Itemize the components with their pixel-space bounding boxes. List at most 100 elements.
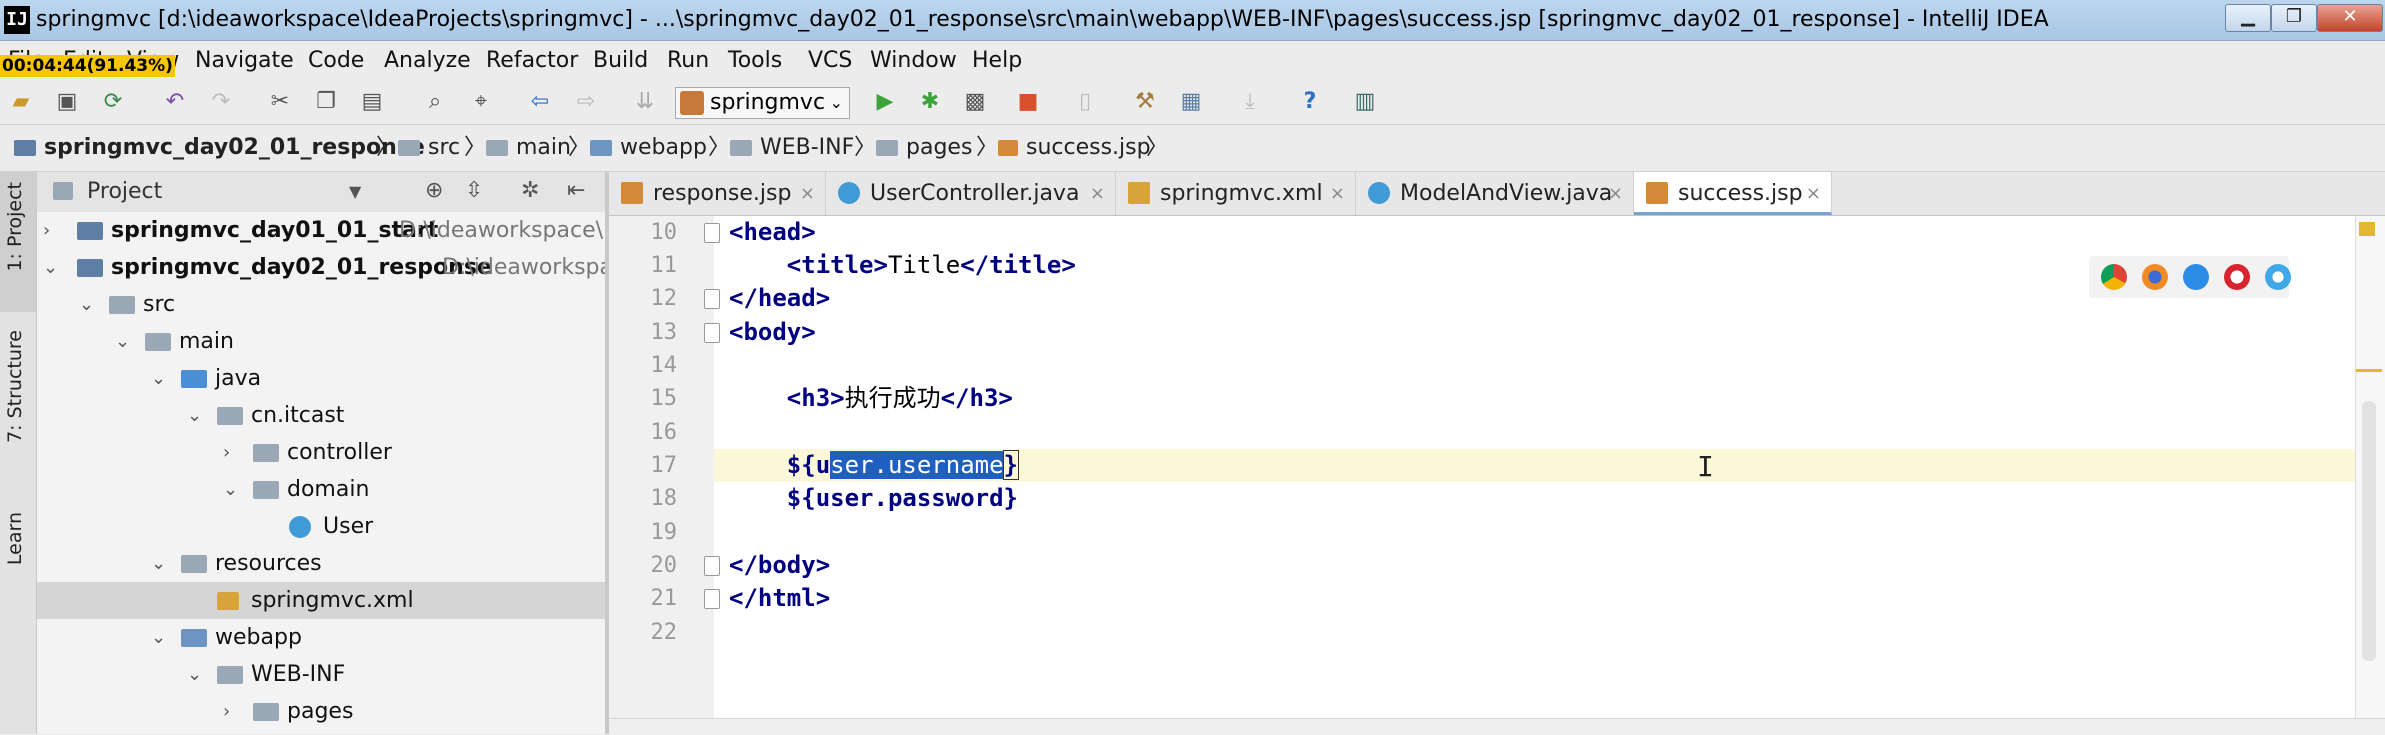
chevron-down-icon[interactable]: ⌄ bbox=[223, 471, 238, 508]
tree-item-main[interactable]: ⌄ main bbox=[37, 323, 607, 360]
menu-refactor[interactable]: Refactor bbox=[486, 47, 578, 75]
learn-tool-button[interactable]: Learn bbox=[0, 502, 36, 602]
structure-tool-button[interactable]: 7: Structure bbox=[0, 322, 36, 482]
tree-item-module-day02[interactable]: ⌄ springmvc_day02_01_response D:\ideawor… bbox=[37, 249, 607, 286]
attach-icon[interactable]: ▯ bbox=[1070, 87, 1100, 117]
breadcrumb-item-module[interactable]: springmvc_day02_01_response bbox=[14, 134, 425, 162]
run-configuration-select[interactable]: springmvc ⌄ bbox=[675, 87, 850, 119]
chevron-down-icon[interactable]: ⌄ bbox=[151, 360, 166, 397]
tab-usercontroller-java[interactable]: UserController.java × bbox=[826, 172, 1116, 215]
menu-tools[interactable]: Tools bbox=[728, 47, 782, 75]
copy-icon[interactable]: ❐ bbox=[311, 87, 341, 117]
breadcrumb-item-main[interactable]: main bbox=[486, 134, 571, 162]
breadcrumb-item-web-inf[interactable]: WEB-INF bbox=[730, 134, 854, 162]
tree-item-user[interactable]: User bbox=[37, 508, 607, 545]
undo-icon[interactable]: ↶ bbox=[160, 87, 190, 117]
close-window-button[interactable]: ✕ bbox=[2317, 4, 2383, 32]
fold-marker-icon[interactable] bbox=[704, 289, 720, 309]
tree-item-module-day01[interactable]: › springmvc_day01_01_start D:\ideaworksp… bbox=[37, 212, 607, 249]
tree-item-domain[interactable]: ⌄ domain bbox=[37, 471, 607, 508]
chevron-right-icon[interactable]: › bbox=[223, 434, 230, 471]
chevron-down-icon[interactable]: ▼ bbox=[349, 177, 361, 207]
sync-icon[interactable]: ⟳ bbox=[98, 87, 128, 117]
firefox-icon[interactable] bbox=[2142, 264, 2168, 290]
close-icon[interactable]: × bbox=[1330, 172, 1345, 215]
tree-item-cn-itcast[interactable]: ⌄ cn.itcast bbox=[37, 397, 607, 434]
fold-marker-icon[interactable] bbox=[704, 556, 720, 576]
fold-marker-icon[interactable] bbox=[704, 589, 720, 609]
opera-icon[interactable] bbox=[2224, 264, 2250, 290]
chevron-down-icon[interactable]: ⌄ bbox=[151, 619, 166, 656]
menu-help[interactable]: Help bbox=[972, 47, 1022, 75]
warning-marker-icon[interactable] bbox=[2359, 222, 2375, 236]
collapse-all-icon[interactable]: ⇳ bbox=[465, 176, 483, 206]
chevron-down-icon[interactable]: ⌄ bbox=[151, 545, 166, 582]
help-icon[interactable]: ? bbox=[1295, 87, 1325, 117]
menu-vcs[interactable]: VCS bbox=[808, 47, 852, 75]
tree-item-src[interactable]: ⌄ src bbox=[37, 286, 607, 323]
sdk-download-icon[interactable]: ⤓ bbox=[1235, 87, 1265, 117]
cut-icon[interactable]: ✂ bbox=[265, 87, 295, 117]
project-tool-button[interactable]: 1: Project bbox=[0, 172, 36, 312]
paste-icon[interactable]: ▤ bbox=[357, 87, 387, 117]
tree-item-controller[interactable]: › controller bbox=[37, 434, 607, 471]
tree-item-springmvc-xml[interactable]: springmvc.xml bbox=[37, 582, 607, 619]
vertical-scrollbar[interactable] bbox=[2362, 401, 2376, 661]
close-icon[interactable]: × bbox=[1608, 172, 1623, 215]
chevron-down-icon[interactable]: ⌄ bbox=[187, 397, 202, 434]
build-project-icon[interactable]: ⇊ bbox=[630, 87, 660, 117]
tab-springmvc-xml[interactable]: springmvc.xml × bbox=[1116, 172, 1356, 215]
project-structure-icon[interactable]: ▦ bbox=[1176, 87, 1206, 117]
breadcrumb-item-success-jsp[interactable]: success.jsp bbox=[998, 134, 1151, 162]
menu-code[interactable]: Code bbox=[308, 47, 364, 75]
tree-item-pages[interactable]: › pages bbox=[37, 693, 607, 730]
minimize-button[interactable]: ▁ bbox=[2225, 4, 2271, 32]
fold-marker-icon[interactable] bbox=[704, 323, 720, 343]
menu-build[interactable]: Build bbox=[593, 47, 648, 75]
device-manager-icon[interactable]: ▥ bbox=[1350, 87, 1380, 117]
redo-icon[interactable]: ↷ bbox=[206, 87, 236, 117]
code-editor[interactable]: 10 11 12 13 14 15 16 17 18 19 20 21 22 <… bbox=[609, 216, 2385, 734]
fold-marker-icon[interactable] bbox=[704, 223, 720, 243]
hide-panel-icon[interactable]: ⇤ bbox=[567, 176, 585, 206]
chevron-right-icon[interactable]: › bbox=[223, 693, 230, 730]
project-panel-title[interactable]: Project bbox=[87, 177, 162, 207]
maximize-button[interactable]: ❐ bbox=[2271, 4, 2317, 32]
tab-modelandview-java[interactable]: ModelAndView.java × bbox=[1356, 172, 1634, 215]
internet-explorer-icon[interactable] bbox=[2265, 264, 2291, 290]
stop-icon[interactable]: ■ bbox=[1013, 87, 1043, 117]
menu-window[interactable]: Window bbox=[870, 47, 957, 75]
tree-item-java[interactable]: ⌄ java bbox=[37, 360, 607, 397]
tab-response-jsp[interactable]: response.jsp × bbox=[609, 172, 826, 215]
menu-analyze[interactable]: Analyze bbox=[384, 47, 471, 75]
breadcrumb-item-webapp[interactable]: webapp bbox=[590, 134, 707, 162]
coverage-icon[interactable]: ▩ bbox=[960, 87, 990, 117]
find-icon[interactable]: ⌕ bbox=[420, 87, 450, 117]
run-icon[interactable]: ▶ bbox=[870, 87, 900, 117]
close-icon[interactable]: × bbox=[1090, 172, 1105, 215]
breadcrumb-item-pages[interactable]: pages bbox=[876, 134, 972, 162]
save-icon[interactable]: ▣ bbox=[52, 87, 82, 117]
close-icon[interactable]: × bbox=[1806, 172, 1821, 215]
safari-icon[interactable] bbox=[2183, 264, 2209, 290]
tab-success-jsp[interactable]: success.jsp × bbox=[1634, 172, 1832, 215]
gear-icon[interactable]: ✲ bbox=[521, 176, 539, 206]
chevron-down-icon[interactable]: ⌄ bbox=[187, 656, 202, 693]
chevron-down-icon[interactable]: ⌄ bbox=[79, 286, 94, 323]
chevron-down-icon[interactable]: ⌄ bbox=[115, 323, 130, 360]
close-icon[interactable]: × bbox=[800, 172, 815, 215]
open-folder-icon[interactable]: ▰ bbox=[6, 87, 36, 117]
menu-navigate[interactable]: Navigate bbox=[195, 47, 294, 75]
tree-item-resources[interactable]: ⌄ resources bbox=[37, 545, 607, 582]
breadcrumb-item-src[interactable]: src bbox=[398, 134, 460, 162]
tree-item-webapp[interactable]: ⌄ webapp bbox=[37, 619, 607, 656]
back-icon[interactable]: ⇦ bbox=[525, 87, 555, 117]
error-stripe-marker[interactable] bbox=[2356, 369, 2382, 372]
chevron-down-icon[interactable]: ⌄ bbox=[43, 249, 58, 286]
replace-icon[interactable]: ⌖ bbox=[466, 87, 496, 117]
chrome-icon[interactable] bbox=[2101, 264, 2127, 290]
menu-run[interactable]: Run bbox=[667, 47, 709, 75]
settings-wrench-icon[interactable]: ⚒ bbox=[1130, 87, 1160, 117]
tree-item-web-inf[interactable]: ⌄ WEB-INF bbox=[37, 656, 607, 693]
forward-icon[interactable]: ⇨ bbox=[571, 87, 601, 117]
